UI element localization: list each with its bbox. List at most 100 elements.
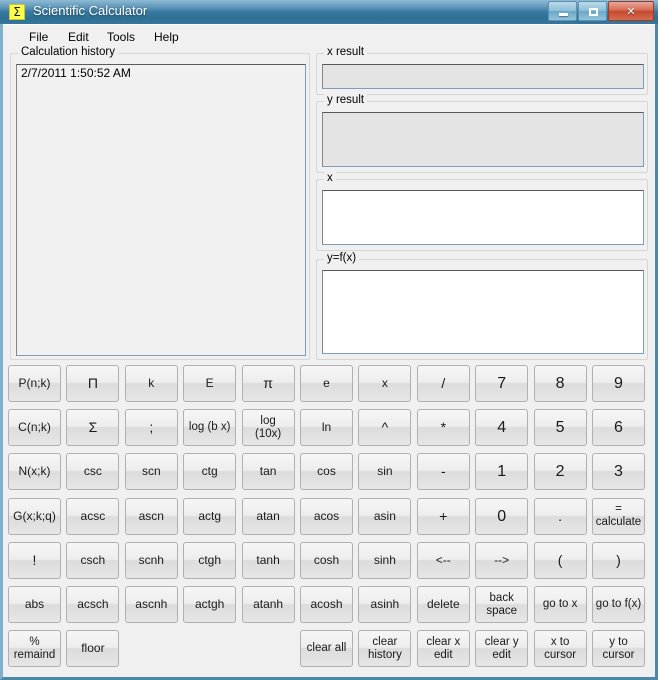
calculation-history-label: Calculation history — [18, 46, 118, 58]
key-blank[interactable]: ^ — [358, 409, 412, 447]
key-blank[interactable]: π — [241, 365, 295, 402]
key-back-space[interactable]: back space — [475, 586, 529, 623]
key-actgh[interactable]: actgh — [183, 586, 237, 623]
key-clear-y-edit[interactable]: clear y edit — [475, 630, 529, 668]
menu-item-file[interactable]: File — [23, 29, 54, 45]
key-ascn[interactable]: ascn — [124, 497, 178, 535]
key-k[interactable]: k — [124, 365, 178, 402]
key-clear-x-edit[interactable]: clear x edit — [416, 630, 470, 668]
key-ctg[interactable]: ctg — [183, 453, 237, 491]
menu-item-edit[interactable]: Edit — [62, 29, 95, 45]
key-x-to-cursor[interactable]: x to cursor — [533, 630, 587, 668]
key-blank[interactable]: --> — [475, 541, 529, 579]
y-fx-input-field[interactable] — [322, 270, 644, 354]
key-blank[interactable]: ! — [8, 541, 61, 579]
y-fx-input-group: y=f(x) — [316, 252, 648, 360]
close-icon: ✕ — [626, 4, 636, 18]
key-8[interactable]: 8 — [533, 365, 587, 402]
key-x[interactable]: x — [358, 365, 412, 402]
key-acsch[interactable]: acsch — [66, 586, 120, 623]
key-sinh[interactable]: sinh — [358, 541, 412, 579]
key-tanh[interactable]: tanh — [241, 541, 295, 579]
sigma-icon: Σ — [9, 4, 25, 20]
x-input-label: x — [324, 172, 336, 184]
key-cos[interactable]: cos — [300, 453, 353, 491]
key-blank[interactable]: / — [416, 365, 470, 402]
key-delete[interactable]: delete — [416, 586, 470, 623]
key-clear-all[interactable]: clear all — [300, 630, 353, 668]
key-atanh[interactable]: atanh — [241, 586, 295, 623]
x-input-value — [323, 191, 643, 195]
minimize-button[interactable] — [548, 1, 577, 21]
menu-item-tools[interactable]: Tools — [101, 29, 141, 45]
key-5[interactable]: 5 — [533, 409, 587, 447]
key-0[interactable]: 0 — [475, 497, 529, 535]
key-go-to-x[interactable]: go to x — [533, 586, 587, 623]
key-acsc[interactable]: acsc — [66, 497, 120, 535]
key-calculate[interactable]: = calculate — [592, 497, 645, 535]
key-tan[interactable]: tan — [241, 453, 295, 491]
key-blank[interactable]: + — [416, 497, 470, 535]
key-7[interactable]: 7 — [475, 365, 529, 402]
key-csch[interactable]: csch — [66, 541, 120, 579]
key-floor[interactable]: floor — [66, 630, 120, 668]
key-scn[interactable]: scn — [124, 453, 178, 491]
key-ascnh[interactable]: ascnh — [124, 586, 178, 623]
key-n-x-k[interactable]: N(x;k) — [8, 453, 61, 491]
client-area: File Edit Tools Help Calculation history… — [3, 24, 655, 677]
key-9[interactable]: 9 — [592, 365, 645, 402]
key-acos[interactable]: acos — [300, 497, 353, 535]
key-asin[interactable]: asin — [358, 497, 412, 535]
key-ctgh[interactable]: ctgh — [183, 541, 237, 579]
key-p-n-k[interactable]: P(n;k) — [8, 365, 61, 402]
title-bar[interactable]: Σ Scientific Calculator ✕ — [0, 0, 658, 24]
key-clear-history[interactable]: clear history — [358, 630, 412, 668]
key-blank[interactable]: Σ — [66, 409, 120, 447]
minimize-icon — [559, 13, 568, 16]
key-sin[interactable]: sin — [358, 453, 412, 491]
key-cosh[interactable]: cosh — [300, 541, 353, 579]
x-result-value — [323, 65, 643, 69]
key-blank[interactable]: * — [416, 409, 470, 447]
key-abs[interactable]: abs — [8, 586, 61, 623]
key-blank[interactable]: <-- — [416, 541, 470, 579]
key-log-b-x[interactable]: log (b x) — [183, 409, 237, 447]
key-actg[interactable]: actg — [183, 497, 237, 535]
key-y-to-cursor[interactable]: y to cursor — [592, 630, 645, 668]
x-result-field[interactable] — [322, 64, 644, 89]
key-blank[interactable]: ) — [592, 541, 645, 579]
list-item[interactable]: 2/7/2011 1:50:52 AM — [17, 65, 305, 82]
x-input-field[interactable] — [322, 190, 644, 245]
key-blank[interactable]: Π — [66, 365, 120, 402]
menu-item-help[interactable]: Help — [148, 29, 185, 45]
y-result-field[interactable] — [322, 112, 644, 167]
key-g-x-k-q[interactable]: G(x;k;q) — [8, 497, 61, 535]
key-asinh[interactable]: asinh — [358, 586, 412, 623]
key-1[interactable]: 1 — [475, 453, 529, 491]
key-3[interactable]: 3 — [592, 453, 645, 491]
key-blank[interactable]: ( — [533, 541, 587, 579]
key-remaind[interactable]: % remaind — [8, 630, 61, 668]
key-2[interactable]: 2 — [533, 453, 587, 491]
key-csc[interactable]: csc — [66, 453, 120, 491]
key-c-n-k[interactable]: C(n;k) — [8, 409, 61, 447]
x-result-group: x result — [316, 46, 648, 95]
key-4[interactable]: 4 — [475, 409, 529, 447]
maximize-button[interactable] — [578, 1, 607, 21]
key-log-10x[interactable]: log (10x) — [241, 409, 295, 447]
key-scnh[interactable]: scnh — [124, 541, 178, 579]
key-e[interactable]: E — [183, 365, 237, 402]
key-6[interactable]: 6 — [592, 409, 645, 447]
key-acosh[interactable]: acosh — [300, 586, 353, 623]
y-fx-input-value — [323, 271, 643, 275]
key-go-to-f-x[interactable]: go to f(x) — [592, 586, 645, 623]
key-atan[interactable]: atan — [241, 497, 295, 535]
key-blank[interactable]: ; — [124, 409, 178, 447]
y-fx-input-label: y=f(x) — [324, 252, 360, 264]
key-ln[interactable]: ln — [300, 409, 353, 447]
key-blank[interactable]: . — [533, 497, 587, 535]
key-e[interactable]: e — [300, 365, 353, 402]
key-blank[interactable]: - — [416, 453, 470, 491]
calculation-history-list[interactable]: 2/7/2011 1:50:52 AM — [16, 64, 306, 356]
close-button[interactable]: ✕ — [608, 1, 654, 21]
